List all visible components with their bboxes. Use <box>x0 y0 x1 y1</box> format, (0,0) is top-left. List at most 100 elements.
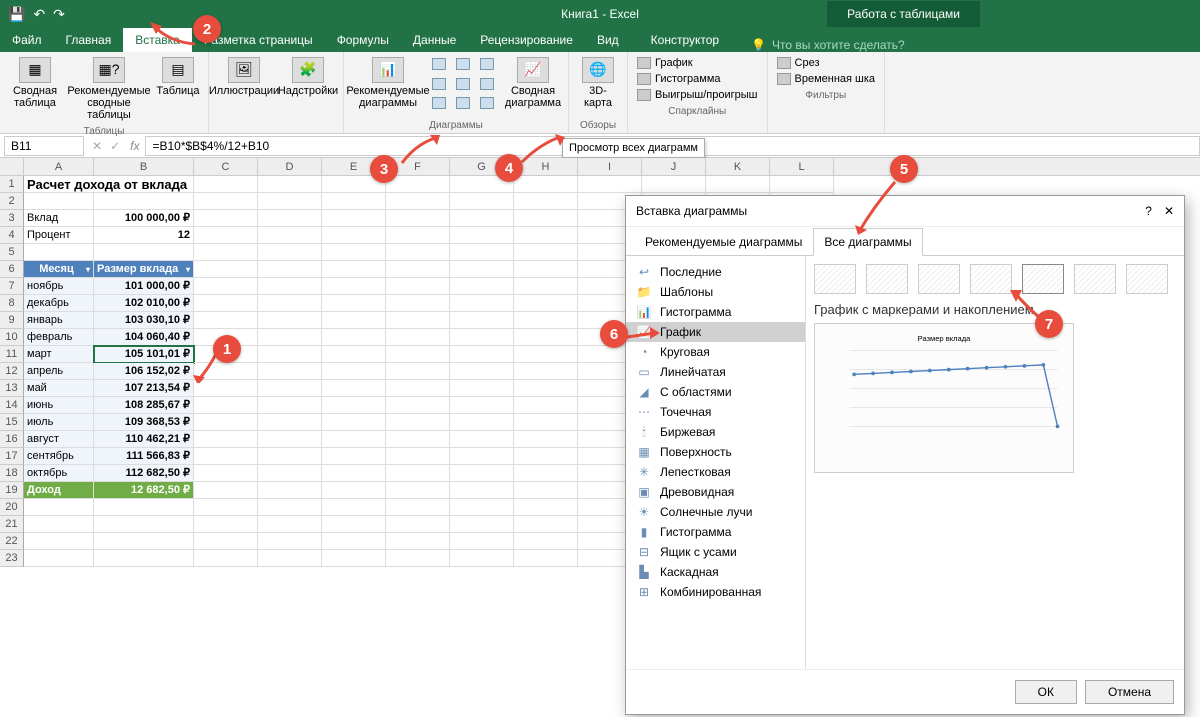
cat-13[interactable]: ▮Гистограмма <box>626 522 805 542</box>
col-header-b[interactable]: B <box>94 158 194 175</box>
line-chart-icon[interactable] <box>456 58 470 70</box>
dialog-title: Вставка диаграммы <box>636 204 747 218</box>
ribbon: ▦Сводная таблица ▦?Рекомендуемые сводные… <box>0 52 1200 134</box>
subtype-100-stacked-markers[interactable] <box>1074 264 1116 294</box>
row-1[interactable]: 1Расчет дохода от вклада <box>0 176 1200 193</box>
group-label-filters: Фильтры <box>774 88 879 101</box>
stat-chart-icon[interactable] <box>456 97 470 109</box>
col-header-j[interactable]: J <box>642 158 706 175</box>
cat-16[interactable]: ⊞Комбинированная <box>626 582 805 602</box>
rec-chart-icon: 📊 <box>372 57 404 83</box>
chart-subtype-row <box>814 264 1176 294</box>
cat-icon-10: ✳ <box>636 465 652 479</box>
tab-data[interactable]: Данные <box>401 28 468 52</box>
redo-icon[interactable]: ↷ <box>53 6 65 23</box>
combo-chart-icon[interactable] <box>480 97 494 109</box>
dialog-launcher-tooltip: Просмотр всех диаграмм <box>562 138 705 158</box>
sparkline-line-button[interactable]: График <box>636 56 759 70</box>
cat-0[interactable]: ↩Последние <box>626 262 805 282</box>
chart-category-list: ↩Последние📁Шаблоны📊Гистограмма📈График◔Кр… <box>626 256 806 669</box>
col-header-l[interactable]: L <box>770 158 834 175</box>
col-header-k[interactable]: K <box>706 158 770 175</box>
tell-me[interactable]: 💡Что вы хотите сделать? <box>751 38 905 52</box>
name-box[interactable]: B11 <box>4 136 84 156</box>
tab-view[interactable]: Вид <box>585 28 631 52</box>
subtype-line[interactable] <box>814 264 856 294</box>
save-icon[interactable]: 💾 <box>8 6 25 23</box>
cat-icon-16: ⊞ <box>636 585 652 599</box>
scatter-chart-icon[interactable] <box>456 78 470 90</box>
addins-button[interactable]: 🧩Надстройки <box>279 54 337 131</box>
select-all-corner[interactable] <box>0 158 24 175</box>
subtype-line-markers[interactable] <box>970 264 1012 294</box>
cat-10[interactable]: ✳Лепестковая <box>626 462 805 482</box>
sparkline-column-button[interactable]: Гистограмма <box>636 72 759 86</box>
cancel-formula-icon[interactable]: ✕ <box>88 139 106 153</box>
cat-icon-2: 📊 <box>636 305 652 319</box>
pivot-icon: ▦ <box>19 57 51 83</box>
table-icon: ▤ <box>162 57 194 83</box>
undo-icon[interactable]: ↶ <box>33 6 45 23</box>
hier-chart-icon[interactable] <box>432 97 446 109</box>
pivot-table-button[interactable]: ▦Сводная таблица <box>6 54 64 124</box>
fx-icon[interactable]: fx <box>124 139 145 153</box>
3d-map-button[interactable]: 🌐3D-карта <box>575 54 621 118</box>
ok-button[interactable]: ОК <box>1015 680 1077 704</box>
funnel-chart-icon[interactable] <box>480 78 494 90</box>
accept-formula-icon[interactable]: ✓ <box>106 139 124 153</box>
dialog-tab-recommended[interactable]: Рекомендуемые диаграммы <box>634 228 813 256</box>
callout-6: 6 <box>600 320 628 348</box>
col-header-i[interactable]: I <box>578 158 642 175</box>
tab-home[interactable]: Главная <box>54 28 124 52</box>
tab-formulas[interactable]: Формулы <box>325 28 401 52</box>
cat-7[interactable]: ⋯Точечная <box>626 402 805 422</box>
tab-design[interactable]: Конструктор <box>639 28 731 52</box>
map-chart-icon[interactable] <box>480 58 494 70</box>
cat-icon-6: ◢ <box>636 385 652 399</box>
subtype-3d-line[interactable] <box>1126 264 1168 294</box>
cat-9[interactable]: ▦Поверхность <box>626 442 805 462</box>
callout-5: 5 <box>890 155 918 183</box>
bulb-icon: 💡 <box>751 38 766 52</box>
recommended-charts-button[interactable]: 📊Рекомендуемые диаграммы <box>350 54 426 118</box>
slicer-button[interactable]: Срез <box>776 56 877 70</box>
chart-gallery <box>432 54 498 118</box>
col-header-d[interactable]: D <box>258 158 322 175</box>
cat-icon-0: ↩ <box>636 265 652 279</box>
help-icon[interactable]: ? <box>1145 204 1152 218</box>
cat-icon-1: 📁 <box>636 285 652 299</box>
illustrations-button[interactable]: 🖼Иллюстрации <box>215 54 273 131</box>
cat-icon-9: ▦ <box>636 445 652 459</box>
recommended-pivot-button[interactable]: ▦?Рекомендуемые сводные таблицы <box>70 54 148 124</box>
cat-6[interactable]: ◢С областями <box>626 382 805 402</box>
col-header-c[interactable]: C <box>194 158 258 175</box>
pivot-chart-button[interactable]: 📈Сводная диаграмма <box>504 54 562 118</box>
cat-12[interactable]: ☀Солнечные лучи <box>626 502 805 522</box>
callout-7: 7 <box>1035 310 1063 338</box>
cat-15[interactable]: ▙Каскадная <box>626 562 805 582</box>
subtype-stacked-line[interactable] <box>866 264 908 294</box>
subtype-100-stacked-line[interactable] <box>918 264 960 294</box>
chart-preview[interactable]: Размер вклада <box>814 323 1074 473</box>
close-icon[interactable]: ✕ <box>1164 204 1174 218</box>
cancel-button[interactable]: Отмена <box>1085 680 1174 704</box>
cat-2[interactable]: 📊Гистограмма <box>626 302 805 322</box>
cat-1[interactable]: 📁Шаблоны <box>626 282 805 302</box>
globe-icon: 🌐 <box>582 57 614 83</box>
cat-4[interactable]: ◔Круговая <box>626 342 805 362</box>
cat-5[interactable]: ▭Линейчатая <box>626 362 805 382</box>
tab-file[interactable]: Файл <box>0 28 54 52</box>
cat-14[interactable]: ⊟Ящик с усами <box>626 542 805 562</box>
pie-chart-icon[interactable] <box>432 78 446 90</box>
rec-pivot-icon: ▦? <box>93 57 125 83</box>
col-header-a[interactable]: A <box>24 158 94 175</box>
cat-icon-15: ▙ <box>636 565 652 579</box>
cat-11[interactable]: ▣Древовидная <box>626 482 805 502</box>
quick-access-toolbar: 💾 ↶ ↷ <box>0 6 73 23</box>
sparkline-winloss-button[interactable]: Выигрыш/проигрыш <box>636 88 759 102</box>
table-button[interactable]: ▤Таблица <box>154 54 202 124</box>
tab-review[interactable]: Рецензирование <box>468 28 585 52</box>
timeline-button[interactable]: Временная шка <box>776 72 877 86</box>
cat-8[interactable]: 🕯Биржевая <box>626 422 805 442</box>
bar-chart-icon[interactable] <box>432 58 446 70</box>
